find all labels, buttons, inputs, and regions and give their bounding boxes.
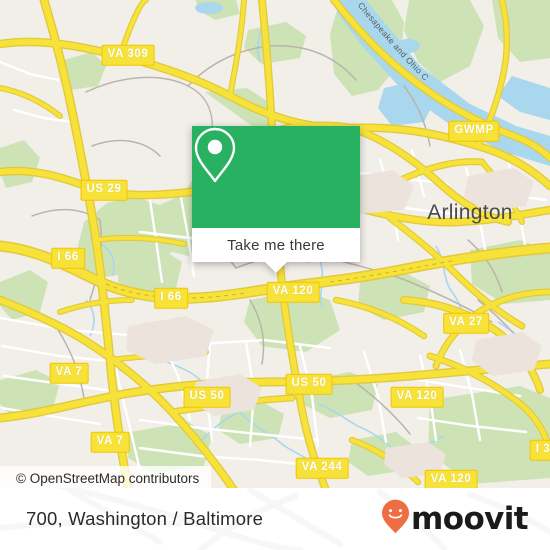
card-pointer-tail	[265, 262, 287, 273]
card-icon-panel	[192, 126, 360, 228]
road-shield-us-50-west[interactable]: US 50	[183, 386, 231, 408]
road-shield-us-50-east[interactable]: US 50	[285, 373, 333, 395]
road-shield-i-66-central[interactable]: I 66	[154, 287, 188, 309]
road-shield-va-7-north[interactable]: VA 7	[49, 362, 89, 384]
road-shield-va-120-south[interactable]: VA 120	[424, 469, 478, 490]
take-me-there-label: Take me there	[227, 236, 325, 254]
road-shield-va-27[interactable]: VA 27	[443, 312, 489, 334]
road-shield-gwmp[interactable]: GWMP	[448, 120, 500, 142]
road-shield-va-309[interactable]: VA 309	[101, 44, 155, 66]
location-info-card[interactable]: Take me there	[192, 126, 360, 273]
take-me-there-button[interactable]: Take me there	[192, 228, 360, 273]
road-shield-va-7-south[interactable]: VA 7	[90, 431, 130, 453]
moovit-logo[interactable]: moovit	[381, 499, 529, 539]
road-shield-va-120-north[interactable]: VA 120	[266, 281, 320, 303]
bottom-bar: 700, Washington / Baltimore moovit	[0, 488, 550, 550]
moovit-pin-smile-icon	[381, 499, 410, 539]
road-shield-va-244[interactable]: VA 244	[295, 457, 349, 479]
road-shield-va-120-east[interactable]: VA 120	[390, 386, 444, 408]
osm-attribution[interactable]: © OpenStreetMap contributors	[0, 466, 212, 490]
road-shield-i-66-west[interactable]: I 66	[51, 247, 85, 269]
place-label-arlington: Arlington	[427, 201, 513, 224]
moovit-map-screenshot: Chesapeake and Ohio Canal Arlington VA 3…	[0, 0, 550, 550]
map-canvas[interactable]: Chesapeake and Ohio Canal Arlington VA 3…	[0, 0, 550, 490]
road-shield-i-395-clipped[interactable]: I 3	[529, 439, 550, 461]
location-title: 700, Washington / Baltimore	[26, 508, 264, 529]
osm-attribution-text: © OpenStreetMap contributors	[16, 470, 200, 486]
road-shield-us-29[interactable]: US 29	[80, 179, 128, 201]
moovit-wordmark: moovit	[411, 500, 529, 537]
